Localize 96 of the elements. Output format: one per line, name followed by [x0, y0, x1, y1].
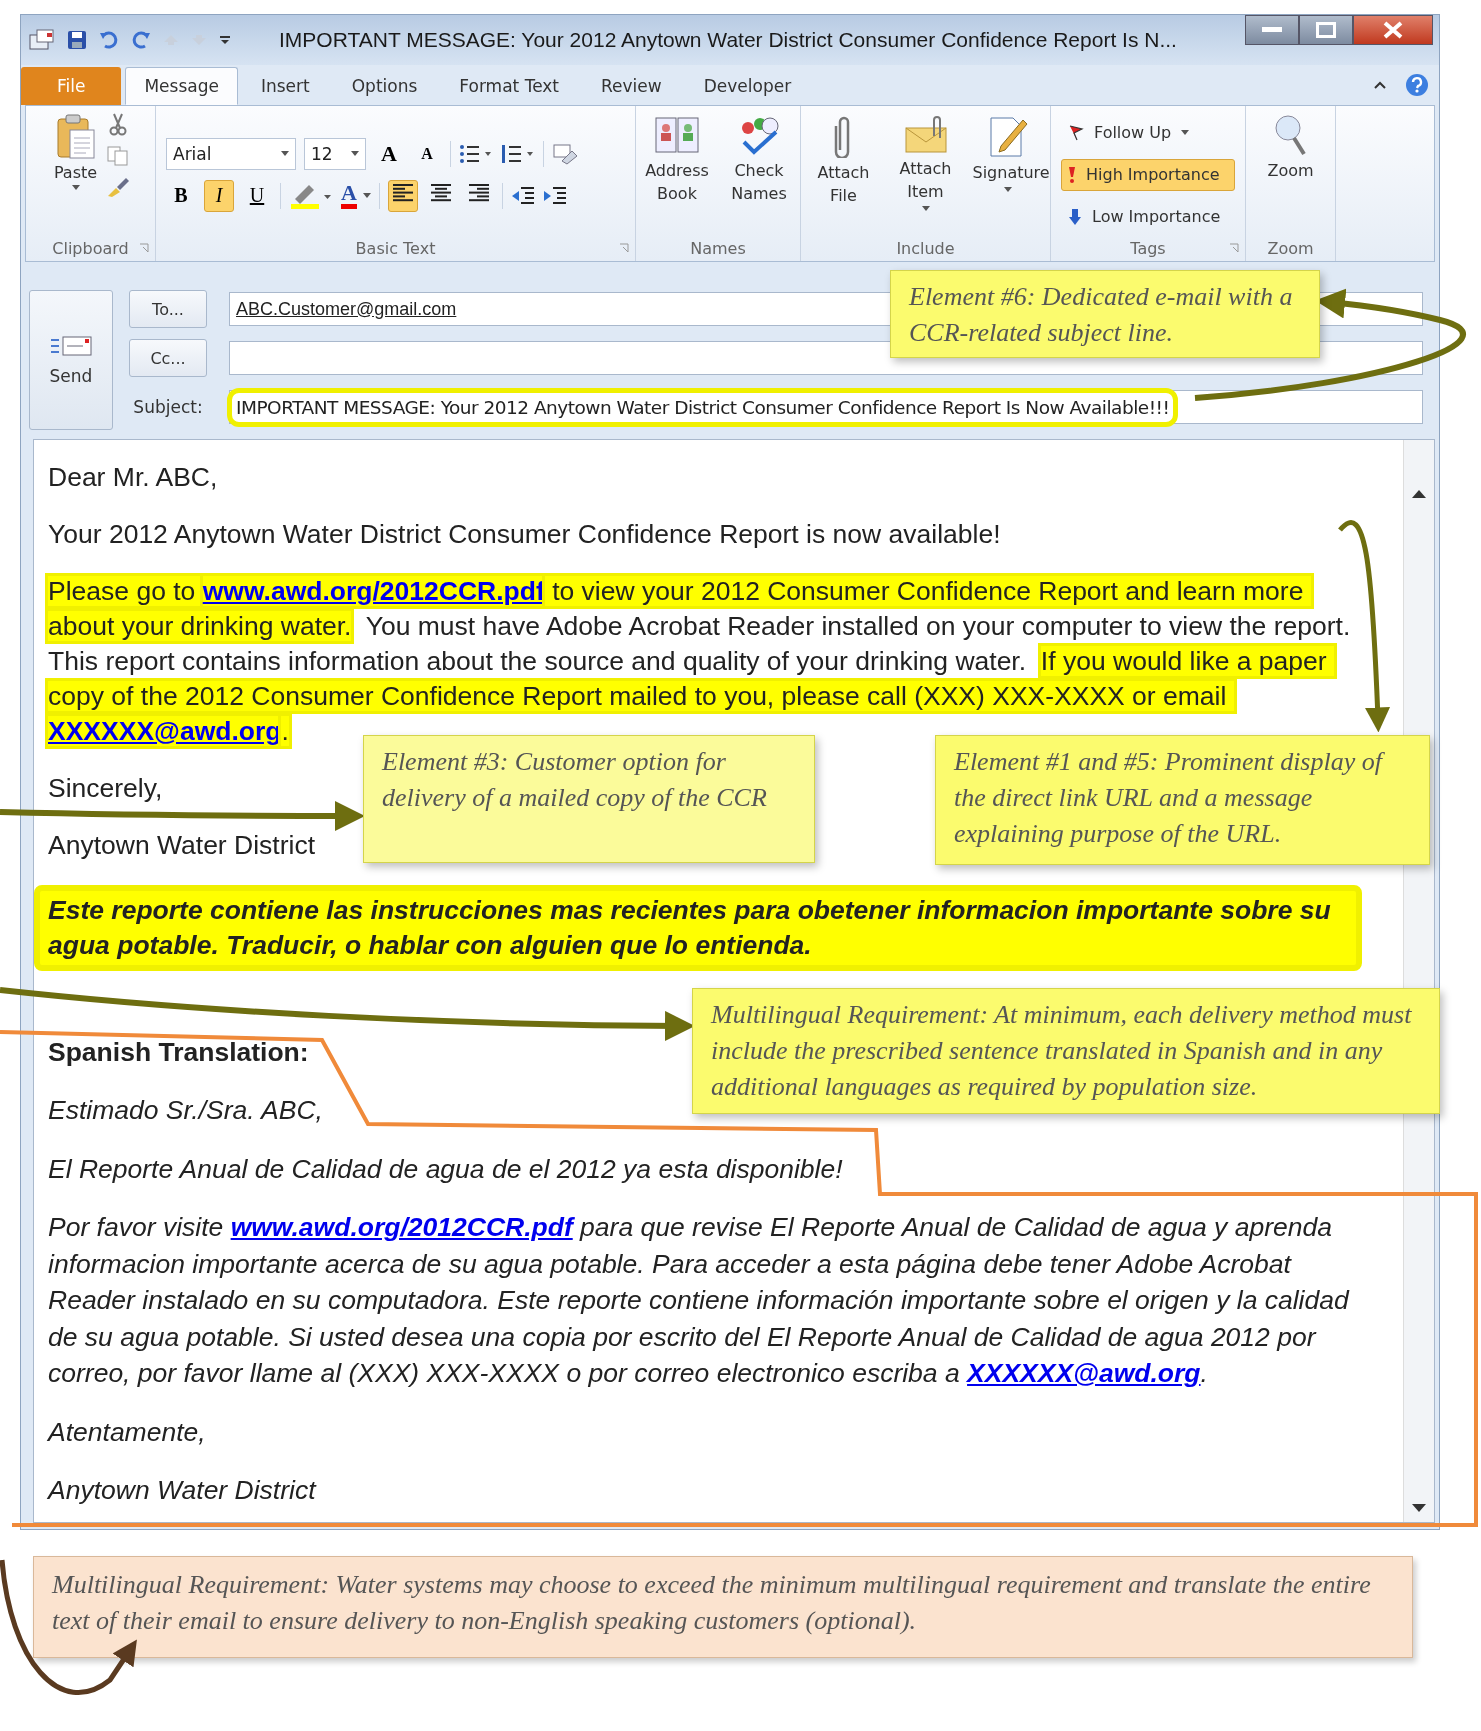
group-label: Zoom [1267, 238, 1314, 258]
envelope-clip-icon [903, 114, 948, 154]
message-text: Your 2012 Anytown Water District Consumer Confidence Report is now available! [48, 518, 1001, 551]
maximize-icon [1316, 22, 1336, 38]
font-dropdown[interactable]: Arial [166, 137, 296, 170]
paste-button[interactable]: Paste [50, 112, 101, 192]
help-icon[interactable] [1405, 73, 1429, 97]
down-arrow-icon [1068, 207, 1082, 226]
group-label: Tags [1130, 238, 1166, 258]
align-button[interactable] [387, 179, 418, 212]
save-icon[interactable] [67, 30, 87, 50]
attach-file-button[interactable]: Attach File [805, 112, 882, 209]
ribbon-tab[interactable]: Developer [684, 67, 811, 105]
paintbrush-icon[interactable] [106, 176, 131, 198]
app-icon[interactable] [29, 29, 55, 51]
link[interactable]: www.awd.org/2012CCR.pdf [230, 1212, 573, 1242]
styles-eraser-icon[interactable] [552, 142, 578, 165]
caret-icon [362, 193, 371, 198]
send-button[interactable]: Send [29, 290, 113, 430]
highlighter-icon[interactable] [289, 182, 333, 209]
message-text: El Reporte Anual de Calidad de agua de el 2012 ya esta disponible! [48, 1152, 843, 1186]
font-size-dropdown[interactable]: 12 [304, 137, 366, 170]
format-button[interactable]: B [166, 179, 196, 212]
close-button[interactable] [1353, 15, 1433, 45]
annotation-tooltip: Element #3: Customer option for delivery of a mailed copy of the CCR [363, 735, 815, 863]
minimize-icon [1262, 27, 1282, 33]
to-button[interactable]: To... [129, 290, 207, 328]
format-button[interactable]: U [242, 179, 272, 212]
group-label: Include [896, 238, 955, 258]
caret-icon [281, 151, 289, 156]
group-label: Basic Text [355, 238, 436, 258]
increase-indent-icon[interactable] [542, 185, 567, 206]
check-names-button[interactable]: Check Names [721, 112, 797, 207]
subject-field[interactable]: IMPORTANT MESSAGE: Your 2012 Anytown Water District Consumer Confidence Report Is Now Available!!! [229, 390, 1423, 424]
align-icon [468, 184, 489, 202]
maximize-button[interactable] [1299, 15, 1353, 45]
clipboard-icon [55, 114, 96, 160]
format-button[interactable]: I [204, 179, 234, 212]
align-icon [392, 184, 413, 202]
minimize-button[interactable] [1245, 15, 1299, 45]
note-text: Multilingual Requirement: Water systems may choose to exceed the minimum multilingual requirement and translate the entire text of their email to ensure delivery to non-English speaking customers (optional). [52, 1570, 1371, 1635]
zoom-button[interactable]: Zoom [1264, 112, 1317, 182]
numbered-list-icon[interactable] [501, 143, 535, 164]
magnifier-icon [1273, 114, 1308, 158]
cc-button[interactable]: Cc... [129, 339, 207, 377]
caret-icon [1181, 130, 1190, 135]
bullet-list-icon[interactable] [459, 143, 493, 164]
exclamation-icon [1068, 165, 1076, 184]
address-book-button[interactable]: Address Book [639, 112, 715, 207]
ribbon-tab[interactable]: Review [582, 67, 681, 105]
envelope-icon [49, 334, 93, 358]
collapse-ribbon-icon[interactable] [1373, 80, 1387, 90]
subject-label: Subject: [132, 397, 204, 417]
section-heading: Spanish Translation: [48, 1036, 309, 1069]
undo-icon[interactable] [99, 31, 119, 49]
grow-font-button[interactable]: A [374, 137, 404, 170]
importance-button[interactable]: Low Importance [1061, 200, 1235, 233]
window-title: IMPORTANT MESSAGE: Your 2012 Anytown Water District Consumer Confidence Report Is N... [279, 28, 1178, 52]
ribbon-tab[interactable]: Options [332, 67, 437, 105]
follow-up-button[interactable]: Follow Up [1061, 116, 1235, 149]
flag-icon [1068, 124, 1084, 141]
down-arrow-icon[interactable] [1412, 1504, 1426, 1512]
message-text: Por favor visite www.awd.org/2012CCR.pdf para que revise El Reporte Anual de Calidad de agua y aprenda informacion importante acerca de su agua potable. Para acceder a esta página debe tener Adobe Acrobat Reader instalado en su computadora. Este reporte contiene información importante sobre el origen y la calidad de su agua potable. Si usted desea una copia por escrito del El Reporte Anual de Calidad de agua 2012 por correo, por favor llame al (XXX) XXX-XXXX o por correo electronico escriba a XXXXXX@awd.org. [48, 1211, 1351, 1390]
address-book-icon [654, 114, 700, 156]
link[interactable]: www.awd.org/2012CCR.pdf [202, 576, 545, 606]
message-text: Dear Mr. ABC, [48, 461, 218, 494]
attach-item-button[interactable]: Attach Item [887, 112, 964, 213]
annotation-tooltip: Multilingual Requirement: At minimum, each delivery method must include the prescribed sentence translated in Spanish and in any additional languages as required by population size. [692, 988, 1440, 1114]
group-label: Clipboard [52, 238, 129, 258]
message-text: Sincerely, [48, 772, 163, 805]
ribbon-tab[interactable]: Message [125, 67, 238, 105]
redo-icon[interactable] [131, 31, 151, 49]
close-icon [1383, 21, 1403, 39]
message-text: Estimado Sr./Sra. ABC, [48, 1094, 323, 1127]
message-text: Atentamente, [48, 1415, 206, 1449]
annotation-tooltip: Element #1 and #5: Prominent display of the direct link URL and a message explaining purpose of the URL. [935, 735, 1430, 865]
scissors-icon[interactable] [108, 112, 129, 136]
message-text: Anytown Water District [48, 829, 316, 862]
caret-icon [351, 151, 359, 156]
group-label: Names [690, 238, 746, 258]
importance-button[interactable]: High Importance [1061, 158, 1235, 191]
caret-icon [71, 185, 80, 190]
customize-caret-icon[interactable] [219, 35, 231, 45]
ribbon-tab[interactable]: Format Text [440, 67, 579, 105]
ribbon-tab[interactable]: Insert [241, 67, 329, 105]
annotation-tooltip: Element #6: Dedicated e-mail with a CCR-related subject line. [890, 270, 1320, 358]
caret-icon [921, 206, 930, 211]
up-arrow-icon[interactable] [1412, 490, 1426, 498]
message-text: Anytown Water District [48, 1474, 316, 1507]
link[interactable]: XXXXXX@awd.org [967, 1358, 1201, 1388]
caret-icon [1003, 187, 1012, 192]
shrink-font-button[interactable]: A [412, 137, 442, 170]
decrease-indent-icon[interactable] [510, 185, 535, 206]
align-icon [430, 184, 451, 202]
highlighted-notice: Este reporte contiene las instrucciones mas recientes para obetener informacion importante sobre su agua potable. Traducir, o hablar con alguien que lo entienda. [34, 885, 1362, 971]
font-color-button[interactable]: A [341, 182, 371, 209]
